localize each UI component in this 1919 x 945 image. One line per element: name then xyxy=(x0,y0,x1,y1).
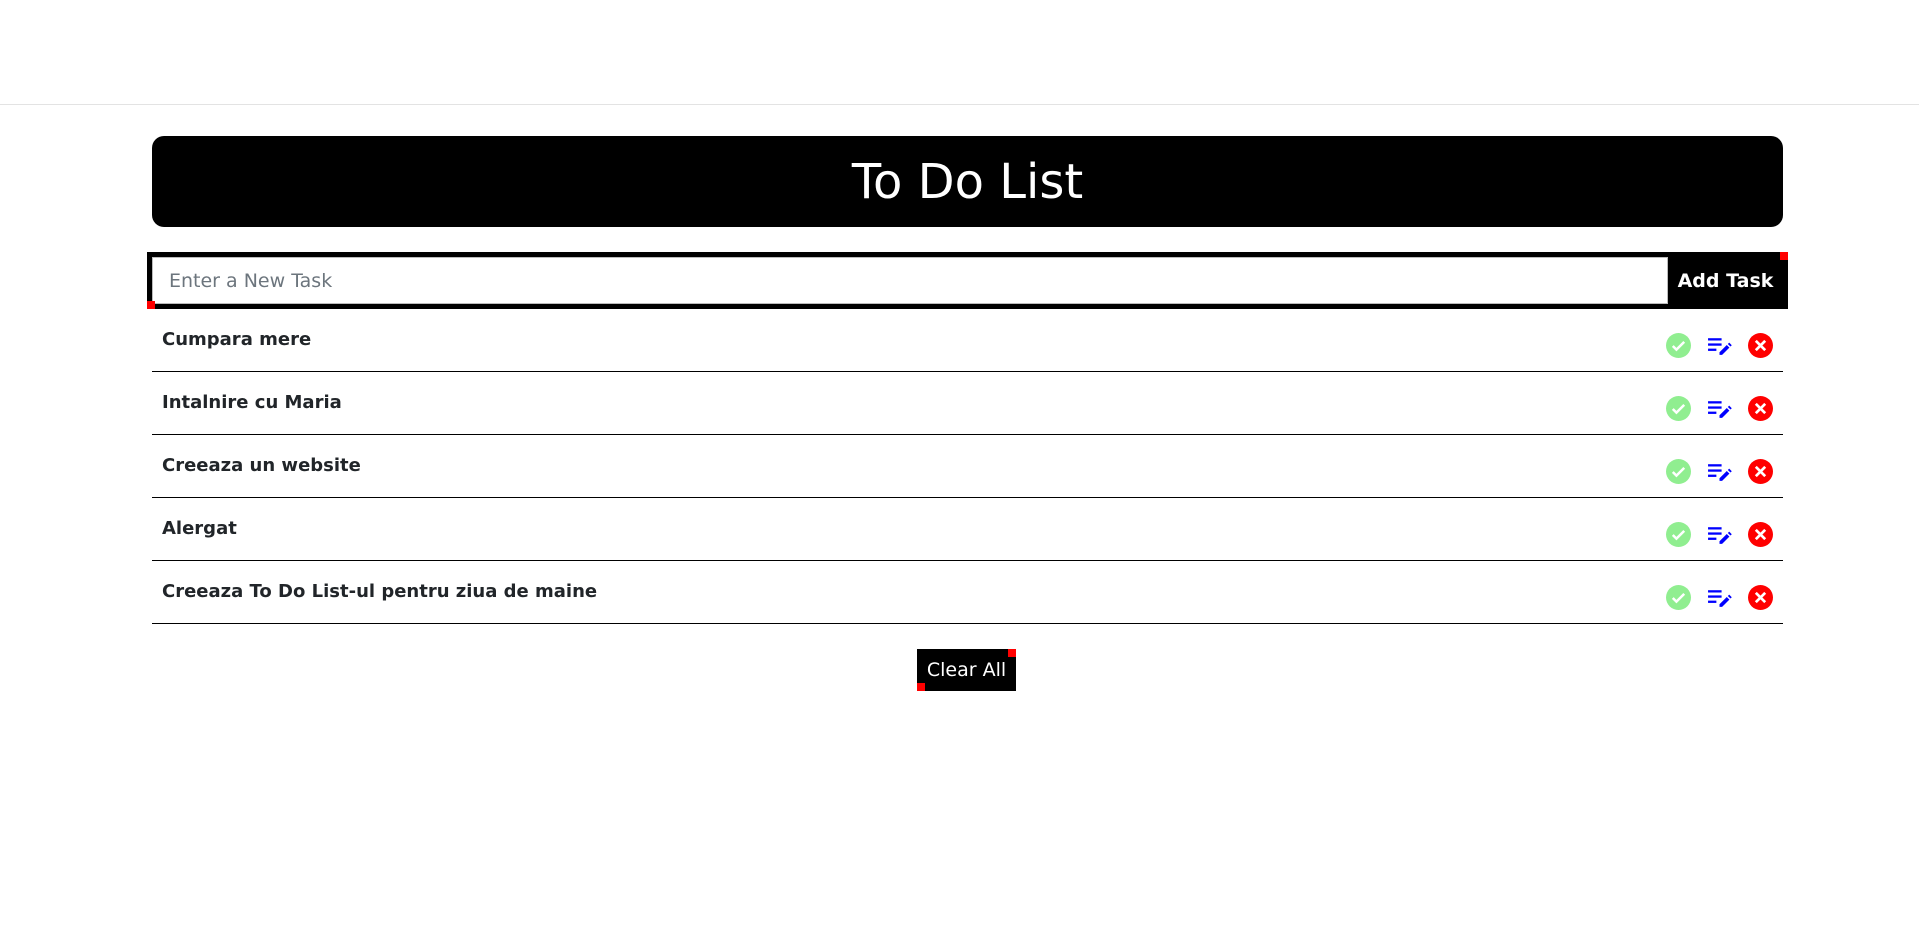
task-actions xyxy=(1666,522,1773,547)
x-circle-icon[interactable] xyxy=(1748,585,1773,610)
task-text: Cumpara mere xyxy=(162,329,312,350)
page-title: To Do List xyxy=(152,136,1783,227)
task-text: Intalnire cu Maria xyxy=(162,392,342,413)
check-circle-icon[interactable] xyxy=(1666,396,1691,421)
top-bar xyxy=(0,0,1919,105)
clear-all-button[interactable]: Clear All xyxy=(917,649,1016,691)
task-item: Intalnire cu Maria xyxy=(152,372,1783,435)
add-task-button[interactable]: Add Task xyxy=(1668,257,1783,304)
task-actions xyxy=(1666,333,1773,358)
new-task-form: Add Task xyxy=(147,252,1788,309)
corner-decoration xyxy=(917,683,925,691)
edit-list-icon[interactable] xyxy=(1707,396,1732,421)
edit-list-icon[interactable] xyxy=(1707,333,1732,358)
task-item: Alergat xyxy=(152,498,1783,561)
edit-list-icon[interactable] xyxy=(1707,459,1732,484)
new-task-input[interactable] xyxy=(152,257,1668,304)
task-actions xyxy=(1666,396,1773,421)
task-list: Cumpara mere Intalnire cu Maria Creeaza … xyxy=(152,309,1783,624)
task-item: Creeaza un website xyxy=(152,435,1783,498)
task-text: Alergat xyxy=(162,518,237,539)
check-circle-icon[interactable] xyxy=(1666,459,1691,484)
x-circle-icon[interactable] xyxy=(1748,396,1773,421)
corner-decoration xyxy=(147,301,155,309)
x-circle-icon[interactable] xyxy=(1748,459,1773,484)
task-item: Creeaza To Do List-ul pentru ziua de mai… xyxy=(152,561,1783,624)
task-text: Creeaza To Do List-ul pentru ziua de mai… xyxy=(162,581,598,602)
check-circle-icon[interactable] xyxy=(1666,333,1691,358)
x-circle-icon[interactable] xyxy=(1748,333,1773,358)
check-circle-icon[interactable] xyxy=(1666,585,1691,610)
edit-list-icon[interactable] xyxy=(1707,585,1732,610)
corner-decoration xyxy=(1008,649,1016,657)
x-circle-icon[interactable] xyxy=(1748,522,1773,547)
corner-decoration xyxy=(1780,252,1788,260)
task-actions xyxy=(1666,585,1773,610)
edit-list-icon[interactable] xyxy=(1707,522,1732,547)
check-circle-icon[interactable] xyxy=(1666,522,1691,547)
task-item: Cumpara mere xyxy=(152,309,1783,372)
task-actions xyxy=(1666,459,1773,484)
task-text: Creeaza un website xyxy=(162,455,361,476)
